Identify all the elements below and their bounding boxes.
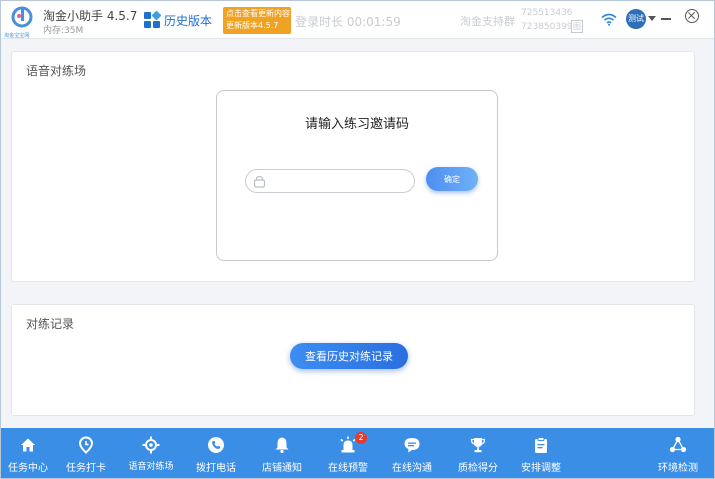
bell-icon: [275, 437, 289, 454]
view-history-button[interactable]: 查看历史对练记录: [290, 343, 408, 369]
panel-title: 对练记录: [26, 317, 75, 331]
trophy-icon: [470, 438, 486, 453]
nav-label: 任务打卡: [66, 463, 106, 474]
nav-label: 环境检测: [658, 463, 698, 474]
practice-record-panel: 对练记录 查看历史对练记录: [11, 304, 695, 416]
nav-item-voice-practice[interactable]: 语音对练场: [122, 428, 180, 478]
chat-icon: [404, 438, 420, 453]
nav-label: 店铺通知: [262, 463, 302, 474]
nav-item-env-check[interactable]: 环境检测: [653, 428, 703, 478]
nav-label: 在线预警: [328, 463, 368, 474]
nav-item-shop-notice[interactable]: 店铺通知: [257, 428, 307, 478]
nav-item-task-checkin[interactable]: 任务打卡: [61, 428, 111, 478]
update-tooltip[interactable]: 点击查看更新内容 更新版本4.5.7: [223, 7, 291, 34]
invite-code-card: 请输入练习邀请码 确定: [216, 90, 498, 261]
history-version-icon[interactable]: [143, 11, 161, 29]
support-number-2: 723850399: [521, 22, 573, 32]
copy-icon[interactable]: 图: [571, 20, 583, 33]
app-name: 淘金小助手 4.5.7: [43, 9, 138, 23]
confirm-button[interactable]: 确定: [426, 167, 478, 191]
support-group-label: 淘金支持群: [460, 15, 515, 28]
nav-item-qc-score[interactable]: 质检得分: [453, 428, 503, 478]
voice-practice-panel: 语音对练场 请输入练习邀请码 确定: [11, 51, 695, 282]
nav-item-online-chat[interactable]: 在线沟通: [387, 428, 437, 478]
chevron-down-icon[interactable]: [648, 16, 656, 21]
wifi-icon: [601, 13, 617, 26]
user-avatar[interactable]: 测试: [626, 9, 646, 29]
support-number-1: 725513436: [521, 8, 573, 18]
invite-code-input[interactable]: [245, 169, 415, 193]
memory-usage: 内存:35M: [43, 26, 84, 36]
app-window: 淘金宝宝网 淘金小助手 4.5.7 内存:35M 历史版本 点击查看更新内容 更…: [0, 0, 715, 479]
clipboard-icon: [535, 437, 547, 453]
logo-text: 淘金宝宝网: [4, 32, 30, 39]
tooltip-line-2: 更新版本4.5.7: [226, 21, 279, 30]
home-icon: [21, 438, 35, 452]
nav-label: 安排调整: [521, 463, 561, 474]
tooltip-line-1: 点击查看更新内容: [226, 9, 290, 18]
close-icon[interactable]: [685, 9, 699, 23]
invite-code-title: 请输入练习邀请码: [304, 117, 409, 132]
nav-item-call[interactable]: 拨打电话: [191, 428, 241, 478]
lock-icon: [253, 175, 266, 188]
login-duration: 登录时长 00:01:59: [295, 15, 401, 29]
nav-label: 在线沟通: [392, 463, 432, 474]
nav-item-task-center[interactable]: 任务中心: [3, 428, 53, 478]
nav-item-schedule-adjust[interactable]: 安排调整: [516, 428, 566, 478]
minimize-icon[interactable]: [661, 11, 673, 27]
phone-icon: [208, 437, 224, 453]
title-bar: 淘金宝宝网 淘金小助手 4.5.7 内存:35M 历史版本 点击查看更新内容 更…: [1, 1, 714, 39]
nav-label: 任务中心: [8, 463, 48, 474]
panel-title: 语音对练场: [26, 64, 87, 78]
network-icon: [669, 436, 687, 453]
nav-label: 语音对练场: [128, 462, 174, 472]
nav-label: 拨打电话: [196, 463, 236, 474]
nav-label: 质检得分: [458, 463, 498, 474]
location-pin-icon: [78, 436, 94, 454]
nav-item-online-alert[interactable]: 2 在线预警: [323, 428, 373, 478]
history-version-link[interactable]: 历史版本: [164, 12, 212, 29]
alert-count-badge: 2: [355, 432, 367, 444]
target-icon: [142, 436, 160, 454]
bottom-nav: 任务中心 任务打卡 语音对练场 拨打电话 店铺通知 2 在线预警 在线沟通 质检…: [1, 428, 714, 478]
